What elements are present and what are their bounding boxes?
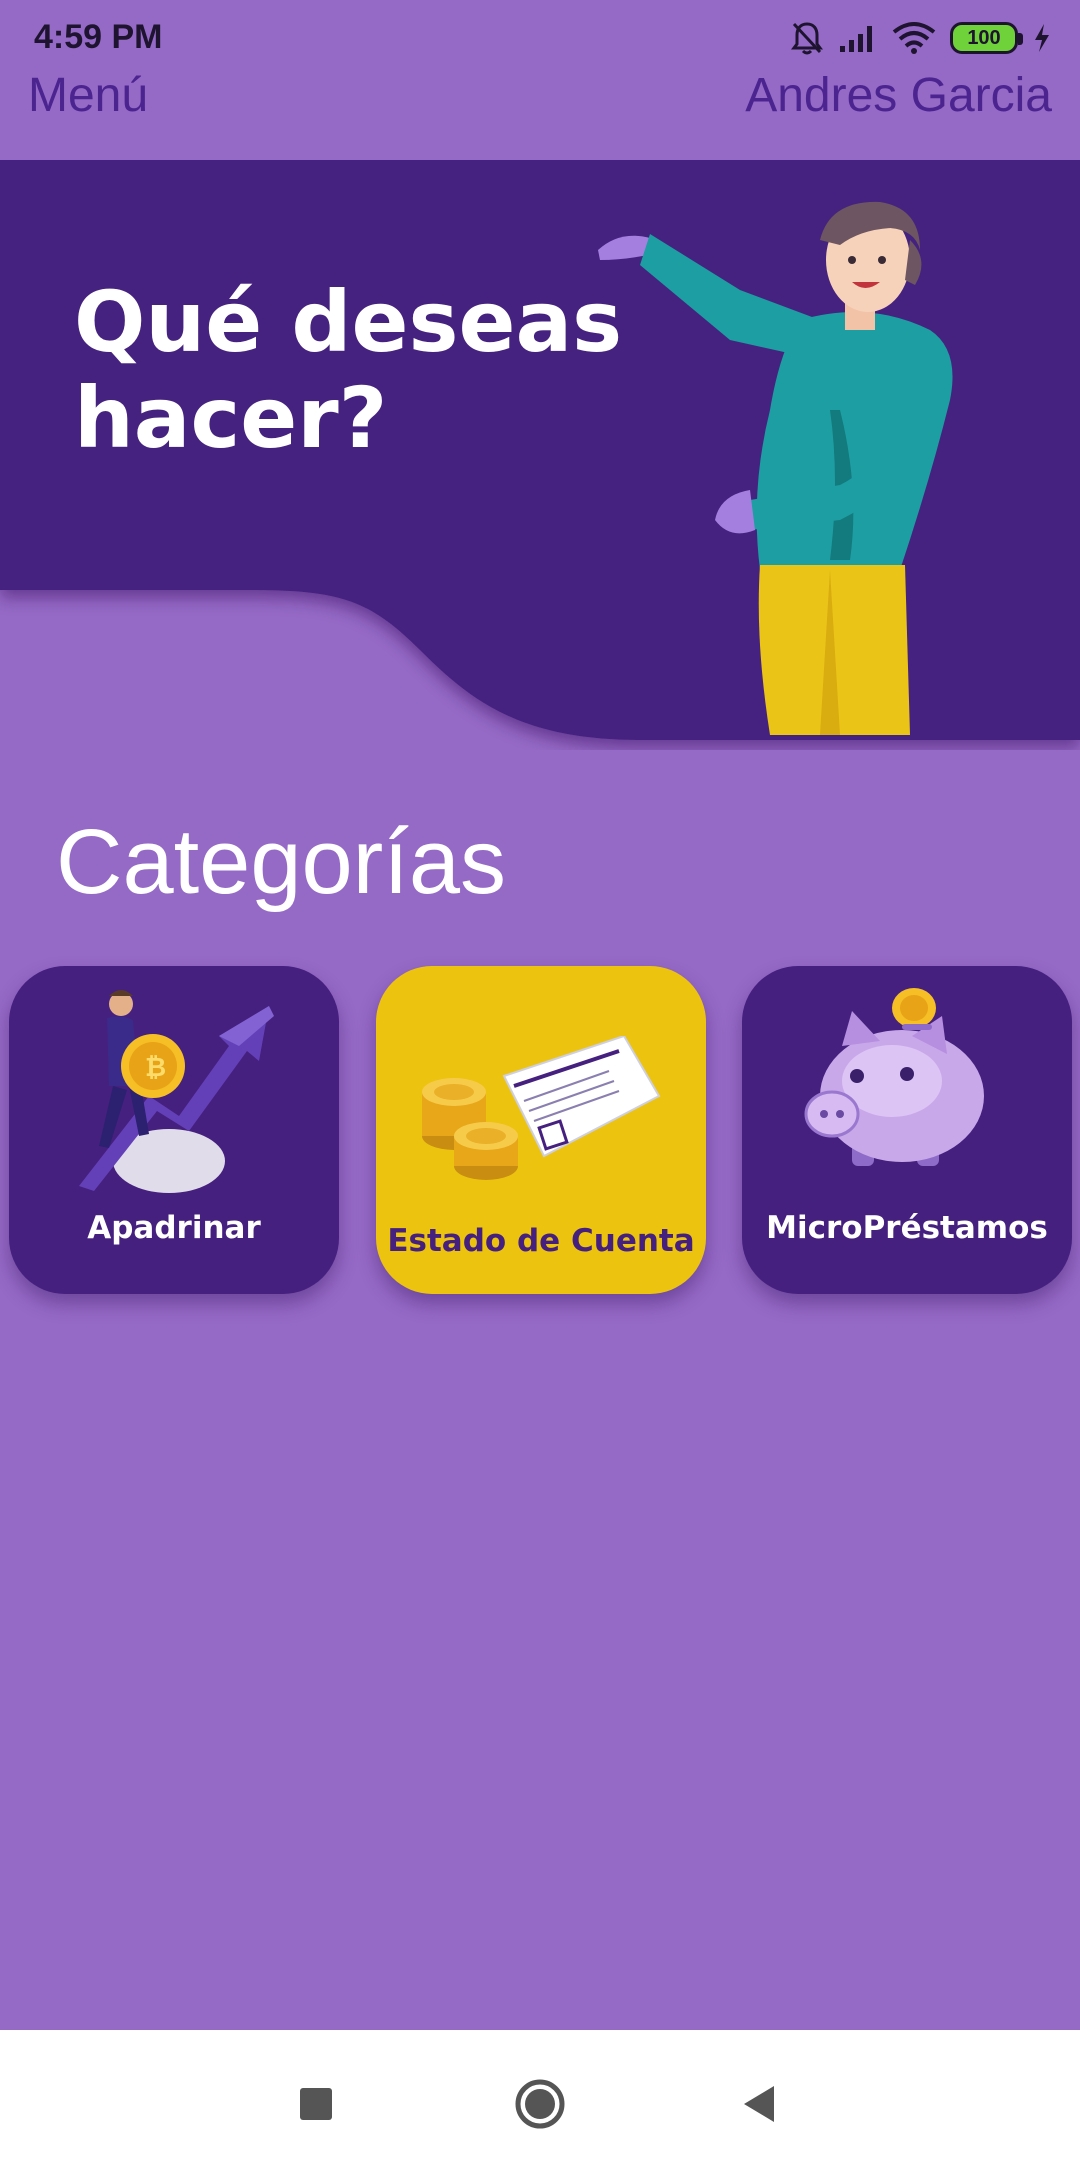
- battery-level: 100: [967, 26, 1001, 49]
- status-bar: 4:59 PM 100: [0, 0, 1080, 72]
- back-button[interactable]: [732, 2076, 788, 2132]
- top-nav: Menú Andres Garcia: [0, 68, 1080, 158]
- categories-title: Categorías: [56, 811, 507, 913]
- hero-title: Qué deseas hacer?: [74, 273, 623, 467]
- piggy-bank-icon: [804, 988, 984, 1166]
- investor-growth-icon: ₿: [79, 990, 274, 1193]
- category-label: MicroPréstamos: [766, 1210, 1048, 1246]
- system-navigation-bar: [0, 2030, 1080, 2160]
- home-button[interactable]: [512, 2076, 568, 2132]
- category-label: Apadrinar: [87, 1210, 261, 1246]
- category-card-apadrinar[interactable]: ₿ Apadrinar: [9, 966, 339, 1294]
- category-card-estado-de-cuenta[interactable]: Estado de Cuenta: [376, 966, 706, 1294]
- wifi-icon: [892, 22, 936, 54]
- bell-off-icon: [791, 22, 823, 55]
- menu-button[interactable]: Menú: [28, 68, 148, 123]
- hero-banner: Qué deseas hacer?: [0, 160, 1080, 750]
- svg-text:₿: ₿: [145, 1052, 166, 1082]
- presenter-woman-illustration: [598, 201, 953, 735]
- categories-list: ₿ Apadrinar Estado de Cuenta MicroPrésta…: [0, 966, 1080, 1296]
- charging-icon: [1035, 24, 1049, 52]
- coins-receipt-icon: [422, 1036, 661, 1180]
- status-icons: 100: [790, 18, 1052, 58]
- user-name-link[interactable]: Andres Garcia: [745, 68, 1052, 123]
- battery-icon: 100: [950, 22, 1023, 54]
- category-label: Estado de Cuenta: [387, 1223, 695, 1259]
- status-time: 4:59 PM: [34, 18, 163, 56]
- recent-apps-button[interactable]: [288, 2076, 344, 2132]
- category-card-micro-prestamos[interactable]: MicroPréstamos: [742, 966, 1072, 1294]
- signal-icon: [840, 26, 872, 52]
